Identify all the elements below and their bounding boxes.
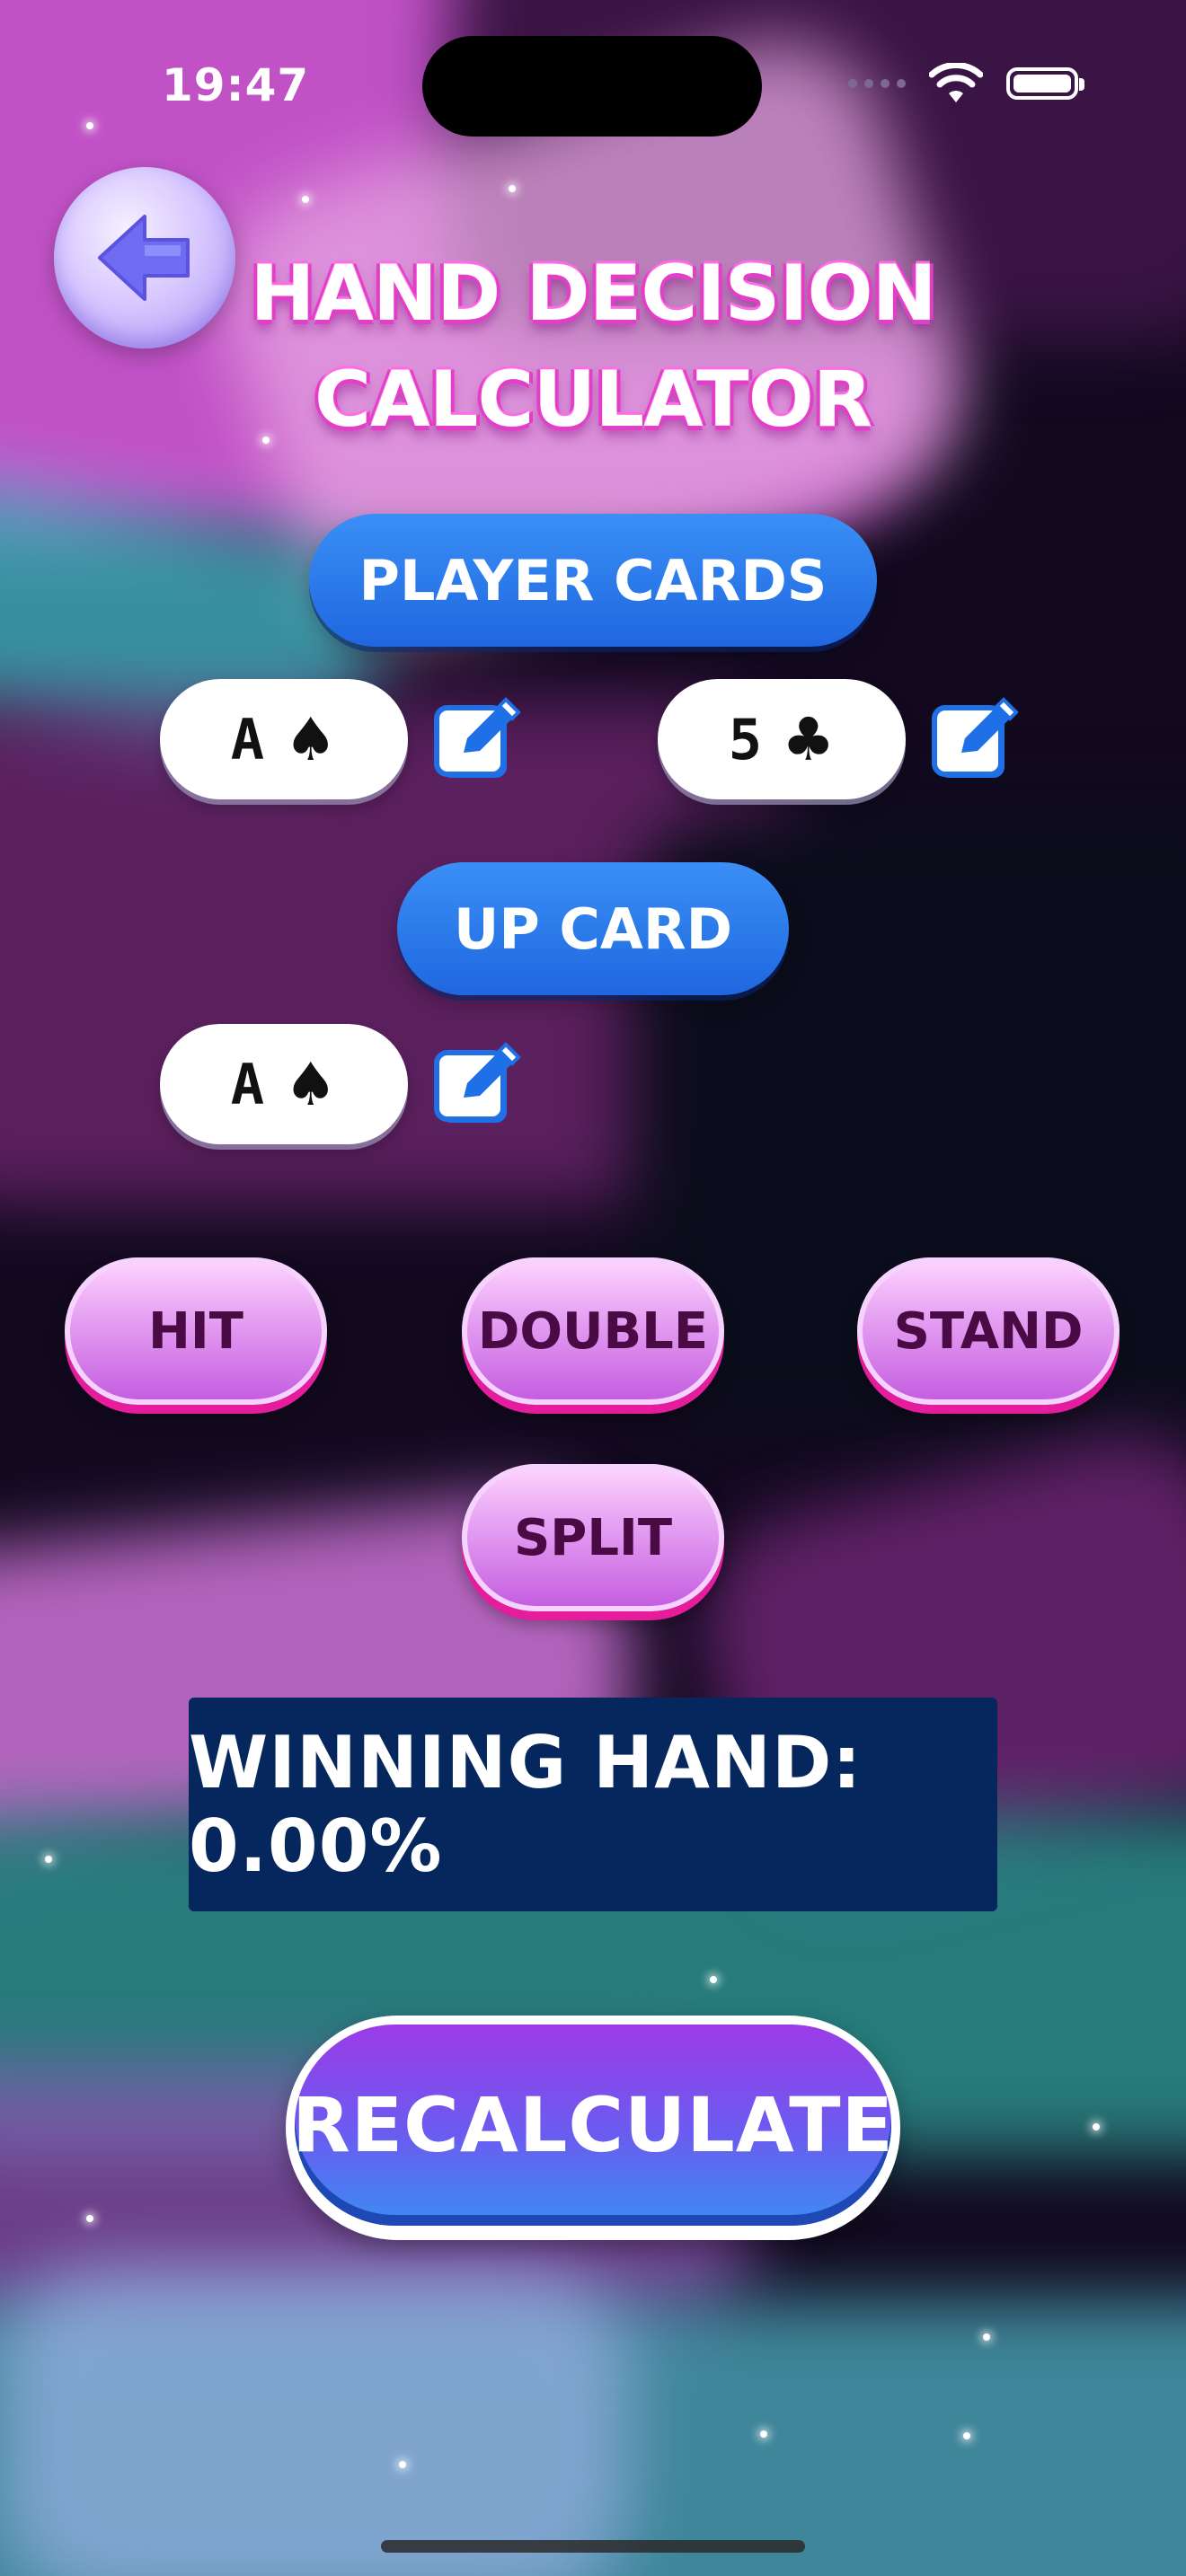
home-indicator[interactable]	[381, 2540, 805, 2553]
card-rank: A	[230, 1051, 265, 1117]
stand-button[interactable]: STAND	[857, 1257, 1120, 1405]
up-card[interactable]: A ♠	[160, 1024, 408, 1144]
up-card-label: UP CARD	[397, 862, 789, 995]
card-suit: ♠	[284, 1049, 338, 1119]
double-button[interactable]: DOUBLE	[462, 1257, 724, 1405]
winning-hand-result: WINNING HAND: 0.00%	[189, 1698, 997, 1911]
recalculate-label: RECALCULATE	[292, 2025, 893, 2226]
split-button[interactable]: SPLIT	[462, 1464, 724, 1611]
status-icons	[848, 63, 1084, 104]
dynamic-island	[422, 36, 762, 137]
signal-icon	[848, 79, 906, 88]
title-line-1: HAND DECISION	[250, 249, 936, 339]
battery-icon	[1006, 67, 1084, 100]
card-rank: 5	[728, 706, 763, 772]
edit-icon	[932, 697, 1019, 778]
player-cards-label: PLAYER CARDS	[309, 514, 877, 647]
player-card-1[interactable]: A ♠	[160, 679, 408, 799]
status-time: 19:47	[162, 59, 310, 111]
player-card-2[interactable]: 5 ♣	[658, 679, 906, 799]
hit-button[interactable]: HIT	[65, 1257, 327, 1405]
wifi-icon	[929, 63, 983, 102]
card-suit: ♣	[782, 704, 836, 774]
card-rank: A	[230, 706, 265, 772]
page-title: HAND DECISION CALCULATOR	[0, 241, 1186, 453]
title-line-2: CALCULATOR	[314, 355, 872, 445]
edit-player-card-1-button[interactable]	[433, 693, 523, 783]
edit-icon	[434, 697, 521, 778]
recalculate-button[interactable]: RECALCULATE	[286, 2016, 900, 2240]
edit-up-card-button[interactable]	[433, 1038, 523, 1128]
card-suit: ♠	[284, 704, 338, 774]
edit-icon	[434, 1042, 521, 1123]
edit-player-card-2-button[interactable]	[931, 693, 1021, 783]
